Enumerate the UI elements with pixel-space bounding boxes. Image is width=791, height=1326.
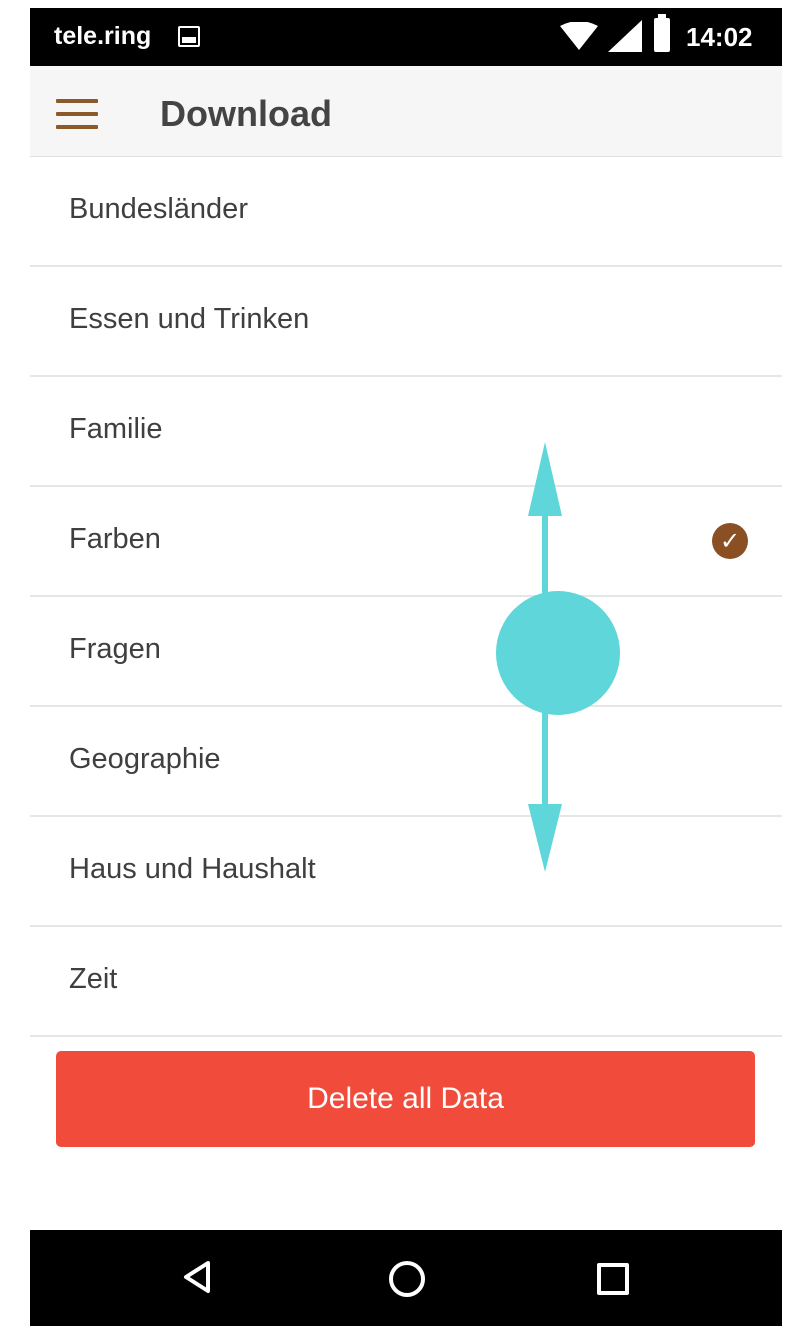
list-item[interactable]: Fragen [30,597,782,707]
list-item-label: Farben [69,523,161,555]
list-item-label: Familie [69,413,163,445]
status-bar: tele.ring 14:02 [30,8,782,66]
list-item-label: Bundesländer [69,193,248,225]
home-icon[interactable] [389,1261,425,1297]
recents-icon[interactable] [597,1263,629,1295]
list-item-label: Geographie [69,743,221,775]
carrier-name: tele.ring [54,22,152,50]
list-item-label: Fragen [69,633,161,665]
list-item-label: Zeit [69,963,118,995]
hamburger-menu-icon[interactable] [56,99,98,129]
clock: 14:02 [686,22,753,52]
navigation-bar [30,1230,782,1326]
back-icon[interactable] [182,1260,212,1294]
list-item[interactable]: Geographie [30,707,782,817]
gallery-icon [178,26,200,47]
app-bar: Download [30,66,782,157]
phone-screen: tele.ring 14:02 Download Bundesländer Ess… [30,8,782,1326]
list-item[interactable]: Essen und Trinken [30,267,782,377]
check-icon: ✓ [712,523,748,559]
page-title: Download [160,93,332,134]
signal-icon [608,20,642,52]
wifi-icon [560,22,598,50]
list-item[interactable]: Haus und Haushalt [30,817,782,927]
list-item[interactable]: Familie [30,377,782,487]
list-item[interactable]: Bundesländer [30,157,782,267]
battery-icon [654,14,670,52]
list-item[interactable]: Farben ✓ [30,487,782,597]
category-list: Bundesländer Essen und Trinken Familie Farb… [30,157,782,1037]
delete-all-data-button[interactable]: Delete all Data [56,1051,755,1147]
list-item-label: Essen und Trinken [69,303,310,335]
list-item-label: Haus und Haushalt [69,853,316,885]
list-item[interactable]: Zeit [30,927,782,1037]
